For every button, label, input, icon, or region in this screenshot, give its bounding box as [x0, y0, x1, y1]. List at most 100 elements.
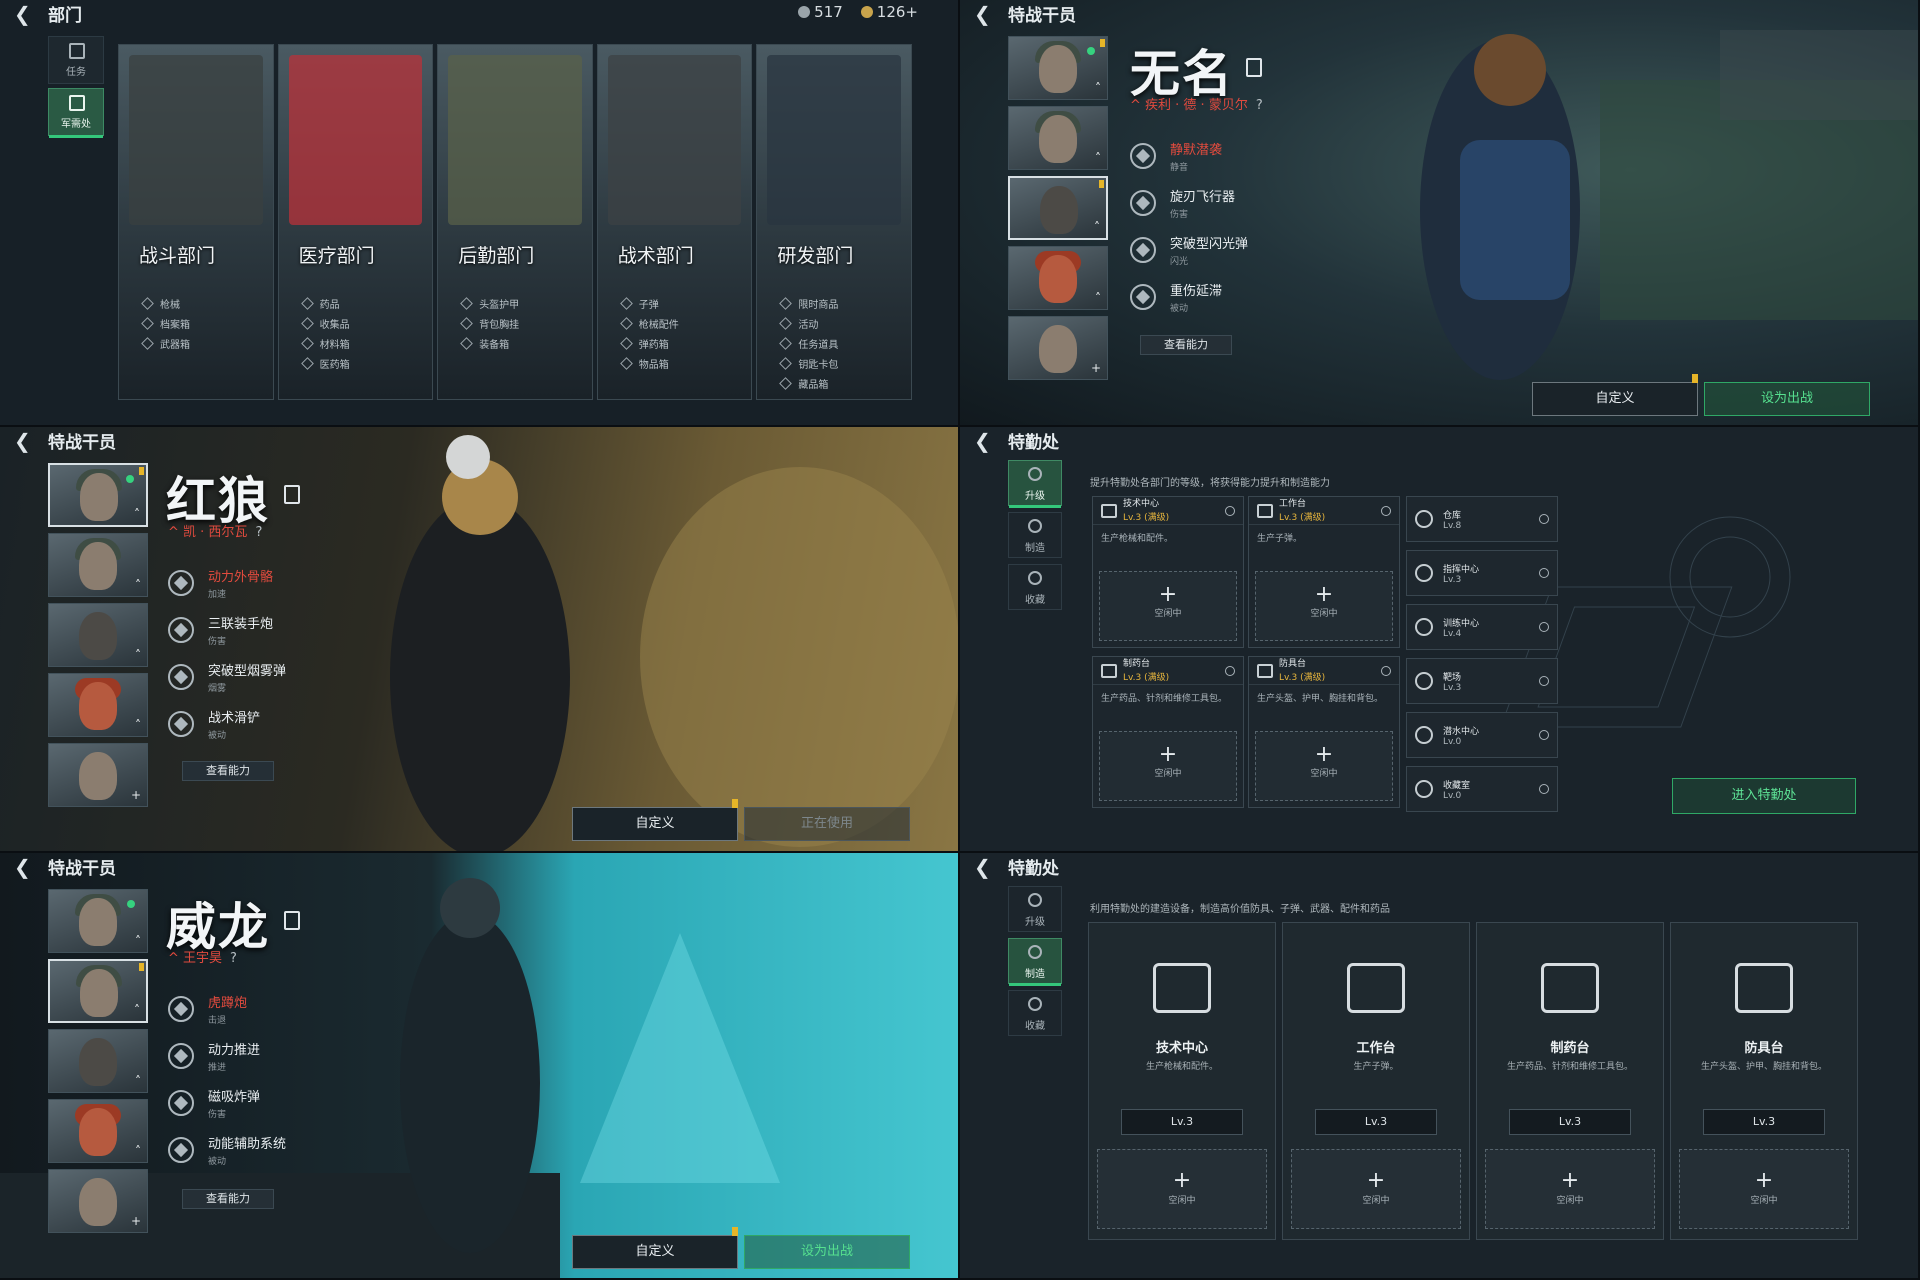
- search-icon[interactable]: [1225, 665, 1235, 676]
- customize-button[interactable]: 自定义: [572, 799, 738, 841]
- facility-name: 技术中心: [1155, 1041, 1208, 1056]
- small-facility-row[interactable]: 仓库 Lv.8: [1406, 496, 1558, 542]
- search-icon[interactable]: [1539, 730, 1549, 740]
- bio-icon[interactable]: [284, 911, 300, 930]
- production-slot[interactable]: + 空闲中: [1255, 571, 1393, 641]
- small-facility-row[interactable]: 潜水中心 Lv.0: [1406, 712, 1558, 758]
- customize-button[interactable]: 自定义: [1532, 374, 1698, 416]
- back-arrow-icon[interactable]: ❮: [14, 429, 31, 453]
- skill-row[interactable]: 动力外骨骼 加速: [168, 559, 378, 606]
- portrait-operator[interactable]: ˄: [48, 889, 148, 953]
- search-icon[interactable]: [1539, 568, 1549, 578]
- portrait-operator-selected[interactable]: ˄: [48, 463, 148, 527]
- help-icon[interactable]: ?: [1256, 98, 1263, 113]
- facility-card[interactable]: 防具台 Lv.3 (满级) 生产头盔、护甲、胸挂和背包。 + 空闲中: [1248, 656, 1400, 808]
- help-icon[interactable]: ?: [255, 525, 262, 540]
- skill-row[interactable]: 磁吸炸弹 伤害: [168, 1079, 378, 1126]
- portrait-operator[interactable]: +: [1008, 316, 1108, 380]
- back-arrow-icon[interactable]: ❮: [14, 855, 31, 879]
- skill-row[interactable]: 静默潜袭 静音: [1130, 132, 1340, 179]
- production-slot[interactable]: + 空闲中: [1097, 1149, 1267, 1229]
- department-card[interactable]: 后勤部门 头盔护甲 背包胸挂 装备箱: [437, 44, 593, 400]
- special-ops-tab[interactable]: 制造: [1008, 512, 1062, 558]
- special-ops-tab[interactable]: 制造: [1008, 938, 1062, 986]
- portrait-operator[interactable]: ˄: [1008, 36, 1108, 100]
- portrait-operator[interactable]: ˄: [48, 1029, 148, 1093]
- skill-row[interactable]: 战术滑铲 被动: [168, 700, 378, 747]
- search-icon[interactable]: [1539, 676, 1549, 686]
- portrait-operator[interactable]: ˄: [1008, 246, 1108, 310]
- facility-card[interactable]: 技术中心 Lv.3 (满级) 生产枪械和配件。 + 空闲中: [1092, 496, 1244, 648]
- portrait-operator[interactable]: +: [48, 743, 148, 807]
- manufacture-card[interactable]: 制药台 生产药品、针剂和维修工具包。 Lv.3 + 空闲中: [1476, 922, 1664, 1240]
- search-icon[interactable]: [1381, 505, 1391, 516]
- production-slot[interactable]: + 空闲中: [1485, 1149, 1655, 1229]
- view-abilities-button[interactable]: 查看能力: [182, 1189, 274, 1209]
- small-facility-row[interactable]: 收藏室 Lv.0: [1406, 766, 1558, 812]
- bio-icon[interactable]: [284, 485, 300, 504]
- back-arrow-icon[interactable]: ❮: [974, 2, 991, 26]
- skill-row[interactable]: 重伤延滞 被动: [1130, 273, 1340, 320]
- portrait-operator[interactable]: ˄: [48, 603, 148, 667]
- department-card[interactable]: 战术部门 子弹 枪械配件 弹药箱 物品箱: [596, 44, 753, 400]
- skill-row[interactable]: 三联装手炮 伤害: [168, 606, 378, 653]
- special-ops-tab[interactable]: 收藏: [1008, 990, 1062, 1036]
- production-slot[interactable]: + 空闲中: [1099, 731, 1237, 801]
- portrait-operator-selected[interactable]: ˄: [1008, 176, 1108, 240]
- skill-row[interactable]: 旋刃飞行器 伤害: [1130, 179, 1340, 226]
- special-ops-tab[interactable]: 升级: [1008, 460, 1062, 508]
- small-facility-row[interactable]: 靶场 Lv.3: [1406, 658, 1558, 704]
- skill-row[interactable]: 动能辅助系统 被动: [168, 1126, 378, 1173]
- skill-row[interactable]: 虎蹲炮 击退: [168, 985, 378, 1032]
- tab-quartermaster[interactable]: 军需处: [48, 88, 104, 138]
- item-category-icon: [619, 356, 633, 370]
- facility-card[interactable]: 工作台 Lv.3 (满级) 生产子弹。 + 空闲中: [1248, 496, 1400, 648]
- department-card[interactable]: 战斗部门 枪械 档案箱 武器箱: [118, 44, 274, 400]
- production-slot[interactable]: + 空闲中: [1099, 571, 1237, 641]
- department-card[interactable]: 研发部门 限时商品 活动 任务道具 钥匙卡包 藏品箱: [756, 44, 912, 400]
- production-slot[interactable]: + 空闲中: [1679, 1149, 1849, 1229]
- production-slot[interactable]: + 空闲中: [1255, 731, 1393, 801]
- special-ops-tab[interactable]: 升级: [1008, 886, 1062, 932]
- skill-row[interactable]: 动力推进 推进: [168, 1032, 378, 1079]
- skill-row[interactable]: 突破型闪光弹 闪光: [1130, 226, 1340, 273]
- help-icon[interactable]: ?: [230, 951, 237, 966]
- skill-row[interactable]: 突破型烟雾弹 烟雾: [168, 653, 378, 700]
- portrait-operator[interactable]: +: [48, 1169, 148, 1233]
- back-arrow-icon[interactable]: ❮: [14, 2, 31, 26]
- manufacture-card[interactable]: 工作台 生产子弹。 Lv.3 + 空闲中: [1282, 922, 1470, 1240]
- face-shape: [79, 898, 117, 946]
- tab-tasks[interactable]: 任务: [48, 36, 104, 84]
- view-abilities-button[interactable]: 查看能力: [1140, 335, 1232, 355]
- search-icon[interactable]: [1539, 514, 1549, 524]
- gold-currency[interactable]: 126+: [860, 3, 918, 21]
- small-facility-row[interactable]: 指挥中心 Lv.3: [1406, 550, 1558, 596]
- bio-icon[interactable]: [1246, 58, 1262, 77]
- manufacture-card[interactable]: 防具台 生产头盔、护甲、胸挂和背包。 Lv.3 + 空闲中: [1670, 922, 1858, 1240]
- portrait-operator[interactable]: ˄: [48, 673, 148, 737]
- search-icon[interactable]: [1539, 622, 1549, 632]
- enter-special-ops-button[interactable]: 进入特勤处: [1672, 778, 1856, 814]
- special-ops-tab[interactable]: 收藏: [1008, 564, 1062, 610]
- small-facility-row[interactable]: 训练中心 Lv.4: [1406, 604, 1558, 650]
- back-arrow-icon[interactable]: ❮: [974, 429, 991, 453]
- search-icon[interactable]: [1381, 665, 1391, 676]
- portrait-operator[interactable]: ˄: [48, 533, 148, 597]
- view-abilities-button[interactable]: 查看能力: [182, 761, 274, 781]
- portrait-operator[interactable]: ˄: [48, 1099, 148, 1163]
- gold-coin-icon: [860, 6, 873, 18]
- portrait-operator-selected[interactable]: ˄: [48, 959, 148, 1023]
- portrait-operator[interactable]: ˄: [1008, 106, 1108, 170]
- department-card[interactable]: 医疗部门 药品 收集品 材料箱 医药箱: [277, 44, 434, 400]
- production-slot[interactable]: + 空闲中: [1291, 1149, 1461, 1229]
- manufacture-card[interactable]: 技术中心 生产枪械和配件。 Lv.3 + 空闲中: [1088, 922, 1276, 1240]
- facility-card[interactable]: 制药台 Lv.3 (满级) 生产药品、针剂和维修工具包。 + 空闲中: [1092, 656, 1244, 808]
- skill-name: 虎蹲炮: [208, 995, 248, 1011]
- face-shape: [80, 969, 118, 1017]
- set-deploy-button[interactable]: 设为出战: [744, 1235, 910, 1269]
- search-icon[interactable]: [1539, 784, 1549, 794]
- back-arrow-icon[interactable]: ❮: [974, 855, 991, 879]
- customize-button[interactable]: 自定义: [572, 1227, 738, 1269]
- search-icon[interactable]: [1225, 505, 1235, 516]
- set-deploy-button[interactable]: 设为出战: [1704, 382, 1870, 416]
